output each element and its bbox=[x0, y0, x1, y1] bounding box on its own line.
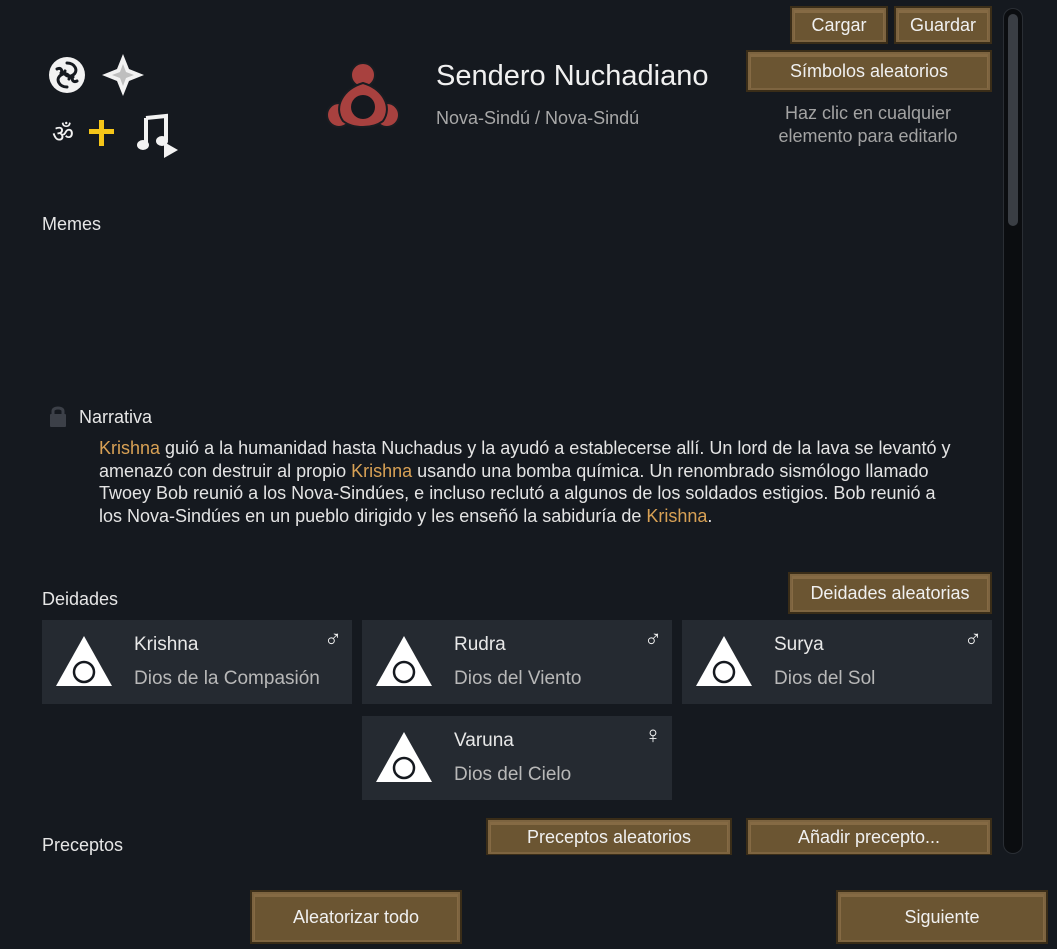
om-symbol-icon[interactable]: ॐ bbox=[48, 118, 78, 148]
narrative-segment: . bbox=[707, 505, 713, 526]
male-gender-icon: ♂ bbox=[964, 626, 982, 653]
random-deities-button[interactable]: Deidades aleatorias bbox=[788, 572, 992, 614]
memes-label: Memes bbox=[42, 214, 102, 234]
deity-title: Dios del Viento bbox=[454, 668, 582, 689]
deity-name: Varuna bbox=[454, 730, 514, 751]
star-meme-icon[interactable] bbox=[100, 52, 146, 98]
deity-title: Dios del Cielo bbox=[454, 764, 572, 785]
female-gender-icon: ♀ bbox=[644, 722, 662, 749]
culture-label[interactable]: Nova-Sindú / Nova-Sindú bbox=[436, 108, 639, 129]
plus-cross-icon[interactable] bbox=[86, 116, 116, 150]
edit-hint: Haz clic en cualquier elemento para edit… bbox=[778, 103, 958, 146]
deities-label: Deidades bbox=[42, 589, 119, 609]
male-gender-icon: ♂ bbox=[644, 626, 662, 653]
deity-icon bbox=[696, 636, 752, 686]
music-play-icon[interactable] bbox=[134, 112, 180, 158]
deity-title: Dios de la Compasión bbox=[134, 668, 320, 689]
lock-icon[interactable] bbox=[48, 404, 68, 428]
ideoligion-name[interactable]: Sendero Nuchadiano bbox=[436, 60, 708, 93]
deity-icon bbox=[376, 732, 432, 782]
add-precept-button[interactable]: Añadir precepto... bbox=[746, 818, 992, 856]
save-button[interactable]: Guardar bbox=[894, 6, 992, 44]
deity-title: Dios del Sol bbox=[774, 668, 876, 689]
narrative-text[interactable]: Krishna guió a la humanidad hasta Nuchad… bbox=[99, 437, 959, 527]
next-button[interactable]: Siguiente bbox=[836, 890, 1048, 944]
ideoligion-icon[interactable] bbox=[322, 58, 404, 140]
random-precepts-button[interactable]: Preceptos aleatorios bbox=[486, 818, 732, 856]
narrative-label: Narrativa bbox=[79, 407, 153, 427]
deity-name: Surya bbox=[774, 634, 824, 655]
randomize-all-button[interactable]: Aleatorizar todo bbox=[250, 890, 462, 944]
load-button[interactable]: Cargar bbox=[790, 6, 888, 44]
deity-icon bbox=[56, 636, 112, 686]
deity-link[interactable]: Krishna bbox=[99, 438, 160, 458]
deity-card[interactable]: Surya Dios del Sol ♂ bbox=[682, 620, 992, 704]
deity-icon bbox=[376, 636, 432, 686]
scrollbar-thumb[interactable] bbox=[1008, 14, 1018, 226]
deity-card[interactable]: Rudra Dios del Viento ♂ bbox=[362, 620, 672, 704]
precepts-label: Preceptos bbox=[42, 835, 124, 855]
male-gender-icon: ♂ bbox=[324, 626, 342, 653]
deity-card[interactable]: Varuna Dios del Cielo ♀ bbox=[362, 716, 672, 800]
deity-link[interactable]: Krishna bbox=[351, 461, 412, 481]
deity-name: Krishna bbox=[134, 634, 199, 655]
deity-card[interactable]: Krishna Dios de la Compasión ♂ bbox=[42, 620, 352, 704]
spiral-meme-icon[interactable] bbox=[46, 54, 88, 96]
deity-name: Rudra bbox=[454, 634, 506, 655]
deity-link[interactable]: Krishna bbox=[646, 506, 707, 526]
random-symbols-button[interactable]: Símbolos aleatorios bbox=[746, 50, 992, 92]
